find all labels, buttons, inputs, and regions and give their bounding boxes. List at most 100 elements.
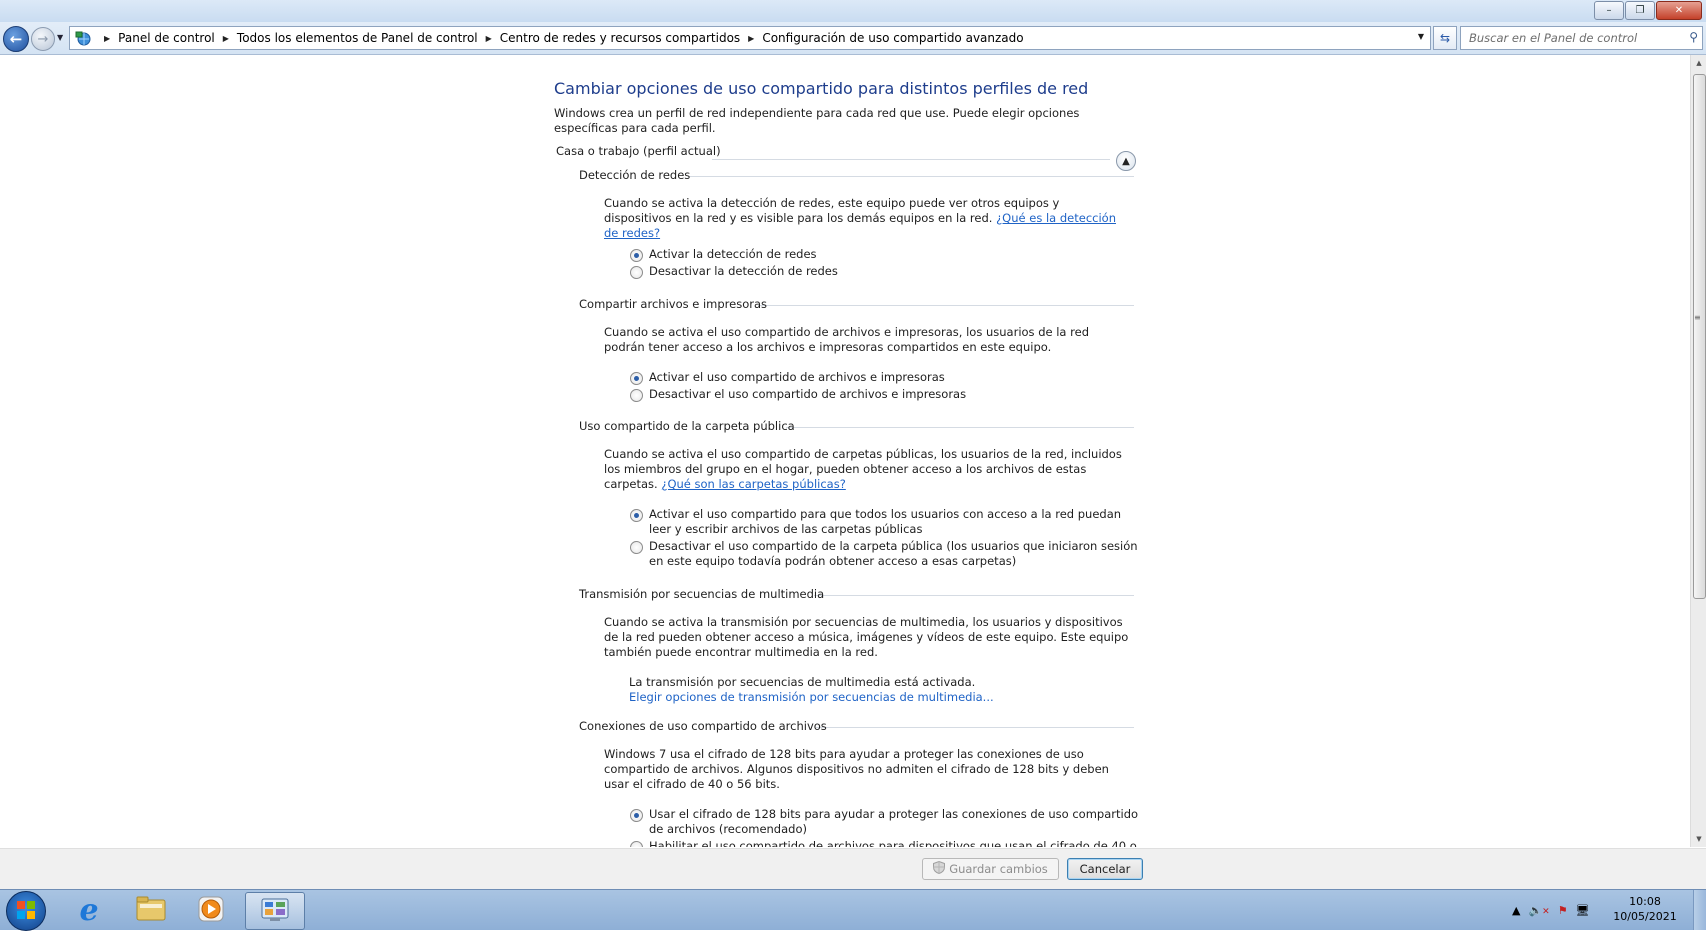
search-box[interactable]: ⚲	[1460, 26, 1703, 50]
section-text-connections: Windows 7 usa el cifrado de 128 bits par…	[604, 747, 1109, 791]
radio-button-selected[interactable]	[630, 249, 643, 262]
radio-public-on[interactable]: Activar el uso compartido para que todos…	[630, 507, 1139, 537]
radio-public-off[interactable]: Desactivar el uso compartido de la carpe…	[630, 539, 1139, 569]
scroll-down-icon[interactable]: ▼	[1691, 831, 1706, 847]
radio-files-on[interactable]: Activar el uso compartido de archivos e …	[630, 370, 1139, 385]
breadcrumb: ▶ Panel de control ▶ Todos los elementos…	[96, 31, 1024, 45]
content-area: Cambiar opciones de uso compartido para …	[0, 55, 1690, 847]
radio-40-56bit[interactable]: Habilitar el uso compartido de archivos …	[630, 839, 1139, 847]
section-title-public: Uso compartido de la carpeta pública	[579, 419, 795, 433]
radio-discovery-on[interactable]: Activar la detección de redes	[630, 247, 1139, 262]
back-button[interactable]: ←	[3, 26, 29, 52]
section-divider	[786, 427, 1134, 428]
section-divider	[688, 176, 1134, 177]
taskbar-clock[interactable]: 10:08 10/05/2021	[1600, 894, 1690, 924]
close-button[interactable]: ✕	[1656, 1, 1702, 20]
radio-files-off[interactable]: Desactivar el uso compartido de archivos…	[630, 387, 1139, 402]
windows-logo-icon	[16, 900, 36, 923]
radio-label: Activar el uso compartido para que todos…	[649, 507, 1122, 536]
shield-icon	[933, 860, 946, 877]
breadcrumb-todos-los-elementos[interactable]: Todos los elementos de Panel de control	[237, 31, 478, 45]
recent-pages-dropdown[interactable]: ▼	[57, 33, 63, 42]
breadcrumb-configuracion-avanzada[interactable]: Configuración de uso compartido avanzado	[762, 31, 1023, 45]
network-icon[interactable]: 🖥	[1576, 904, 1590, 917]
radio-label: Activar el uso compartido de archivos e …	[649, 370, 945, 384]
section-title-media: Transmisión por secuencias de multimedia	[579, 587, 825, 601]
folder-icon	[136, 896, 166, 925]
section-text-discovery: Cuando se activa la detección de redes, …	[604, 196, 1129, 241]
action-center-alert-icon[interactable]: ⚑	[1558, 904, 1568, 917]
breadcrumb-separator-icon[interactable]: ▶	[223, 34, 229, 43]
show-hidden-icons-icon[interactable]: ▲	[1512, 904, 1520, 917]
radio-label: Usar el cifrado de 128 bits para ayudar …	[649, 807, 1139, 836]
section-title-discovery: Detección de redes	[579, 168, 691, 182]
radio-128bit[interactable]: Usar el cifrado de 128 bits para ayudar …	[630, 807, 1139, 837]
radio-button-selected[interactable]	[630, 372, 643, 385]
media-status: La transmisión por secuencias de multime…	[629, 675, 976, 689]
search-icon[interactable]: ⚲	[1689, 30, 1698, 44]
scroll-up-icon[interactable]: ▲	[1691, 55, 1706, 71]
profile-header[interactable]: Casa o trabajo (perfil actual)	[556, 144, 1136, 166]
public-folders-help-link[interactable]: ¿Qué son las carpetas públicas?	[661, 477, 845, 491]
breadcrumb-centro-de-redes[interactable]: Centro de redes y recursos compartidos	[500, 31, 740, 45]
taskbar-control-panel[interactable]	[245, 892, 305, 930]
breadcrumb-separator-icon[interactable]: ▶	[486, 34, 492, 43]
section-title-connections: Conexiones de uso compartido de archivos	[579, 719, 827, 733]
media-options-link[interactable]: Elegir opciones de transmisión por secue…	[629, 690, 994, 704]
search-input[interactable]	[1467, 30, 1676, 46]
radio-button-selected[interactable]	[630, 509, 643, 522]
page-intro: Windows crea un perfil de red independie…	[554, 106, 1080, 135]
breadcrumb-panel-de-control[interactable]: Panel de control	[118, 31, 215, 45]
radio-button-selected[interactable]	[630, 809, 643, 822]
profile-name: Casa o trabajo (perfil actual)	[556, 144, 727, 158]
collapse-profile-button[interactable]: ▲	[1116, 151, 1136, 171]
section-title-files: Compartir archivos e impresoras	[579, 297, 768, 311]
radio-button[interactable]	[630, 389, 643, 402]
save-changes-label: Guardar cambios	[949, 862, 1048, 876]
radio-button[interactable]	[630, 841, 643, 847]
show-desktop-button[interactable]	[1693, 890, 1706, 930]
radio-label: Habilitar el uso compartido de archivos …	[649, 839, 1137, 847]
address-bar[interactable]: ▶ Panel de control ▶ Todos los elementos…	[69, 26, 1431, 50]
radio-button[interactable]	[630, 541, 643, 554]
page-title: Cambiar opciones de uso compartido para …	[554, 79, 1089, 98]
notification-area: ▲ 🔈✕ ⚑ 🖥	[1512, 890, 1590, 930]
clock-date: 10/05/2021	[1613, 910, 1677, 923]
radio-button[interactable]	[630, 266, 643, 279]
navigation-bar: ← → ▼ ▶ Panel de control ▶ Todos los ele…	[0, 22, 1706, 55]
section-divider	[816, 727, 1134, 728]
start-button[interactable]	[6, 891, 46, 931]
refresh-icon: ⇆	[1439, 31, 1451, 45]
address-dropdown-icon[interactable]: ▼	[1418, 32, 1424, 41]
vertical-scrollbar[interactable]: ▲ ≡ ▼	[1690, 55, 1706, 847]
taskbar-media-player[interactable]	[184, 892, 238, 928]
network-globe-icon	[74, 30, 92, 46]
window-titlebar: – ❐ ✕	[0, 0, 1706, 22]
radio-discovery-off[interactable]: Desactivar la detección de redes	[630, 264, 1139, 279]
save-changes-button[interactable]: Guardar cambios	[922, 858, 1059, 880]
taskbar-windows-explorer[interactable]	[124, 892, 178, 928]
cancel-button[interactable]: Cancelar	[1067, 858, 1143, 880]
discovery-description: Cuando se activa la detección de redes, …	[604, 196, 1060, 225]
scrollbar-grip-icon: ≡	[1694, 313, 1701, 322]
breadcrumb-separator-icon[interactable]: ▶	[748, 34, 754, 43]
volume-muted-icon[interactable]: 🔈✕	[1528, 904, 1549, 917]
section-text-public: Cuando se activa el uso compartido de ca…	[604, 447, 1129, 492]
forward-button[interactable]: →	[31, 27, 55, 51]
refresh-button[interactable]: ⇆	[1433, 26, 1457, 50]
cancel-label: Cancelar	[1079, 862, 1131, 876]
radio-label: Desactivar la detección de redes	[649, 264, 838, 278]
section-text-files: Cuando se activa el uso compartido de ar…	[604, 325, 1089, 354]
media-options-link-wrap: Elegir opciones de transmisión por secue…	[629, 690, 1154, 705]
radio-label: Desactivar el uso compartido de archivos…	[649, 387, 967, 401]
back-arrow-icon: ←	[9, 30, 23, 48]
breadcrumb-separator-icon[interactable]: ▶	[104, 34, 110, 43]
minimize-button[interactable]: –	[1594, 1, 1624, 20]
restore-button[interactable]: ❐	[1625, 1, 1655, 20]
taskbar: e ▲ 🔈✕ ⚑ 🖥 10:08 10/05/2021	[0, 889, 1706, 931]
chevron-up-icon: ▲	[1122, 155, 1130, 167]
radio-label: Desactivar el uso compartido de la carpe…	[649, 539, 1138, 568]
scrollbar-thumb[interactable]	[1693, 74, 1706, 599]
section-divider	[814, 595, 1134, 596]
taskbar-internet-explorer[interactable]: e	[62, 892, 116, 928]
